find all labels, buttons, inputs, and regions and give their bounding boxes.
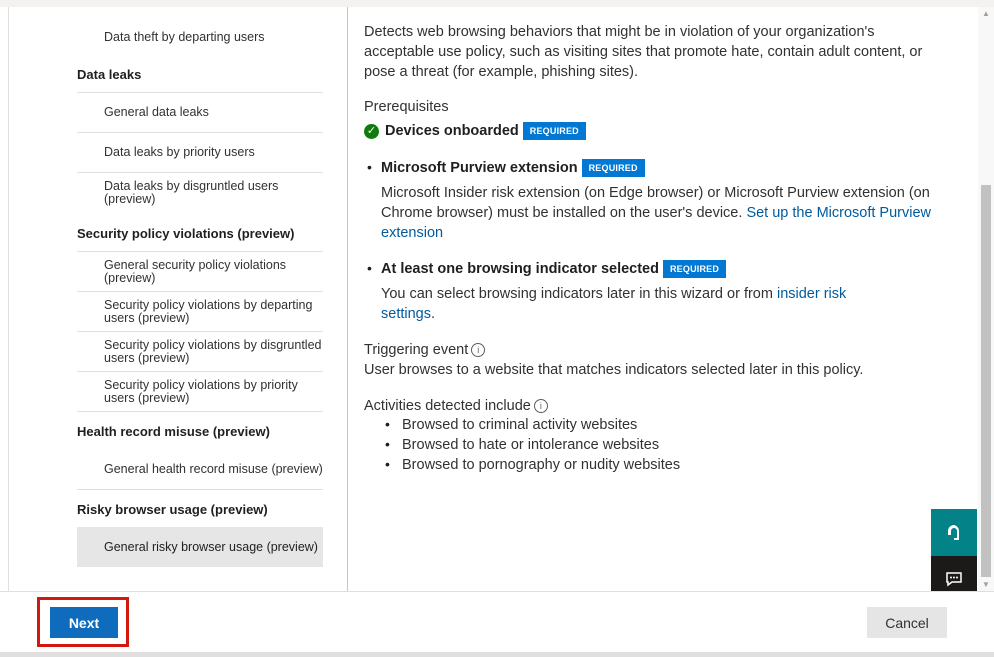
prereq-devices-onboarded: ✓ Devices onboarded REQUIRED — [364, 121, 586, 141]
wizard-footer — [0, 591, 994, 658]
nav-divider — [77, 411, 323, 412]
nav-divider — [77, 489, 323, 490]
bullet-dot: • — [367, 159, 372, 175]
required-badge: REQUIRED — [581, 159, 645, 178]
prerequisites-heading: Prerequisites — [364, 99, 449, 115]
nav-item-security-policy-disgruntled[interactable]: Security policy violations by disgruntle… — [77, 331, 323, 371]
next-button[interactable]: Next — [50, 607, 118, 638]
triggering-event-body: User browses to a website that matches i… — [364, 362, 864, 378]
nav-item-general-data-leaks[interactable]: General data leaks — [77, 92, 323, 132]
scroll-up-arrow-icon[interactable]: ▲ — [978, 9, 994, 18]
prereq-purview-extension-body: Microsoft Insider risk extension (on Edg… — [381, 185, 931, 241]
nav-item-general-risky-browser[interactable]: General risky browser usage (preview) — [77, 527, 323, 567]
bullet-dot: • — [385, 416, 390, 432]
required-badge: REQUIRED — [662, 260, 727, 279]
nav-item-general-security-policy[interactable]: General security policy violations (prev… — [77, 251, 323, 291]
policy-template-nav: Data theft by departing users Data leaks… — [9, 7, 347, 591]
pane-divider — [347, 7, 348, 591]
activity-item: Browsed to hate or intolerance websites — [402, 437, 660, 453]
prereq-browsing-indicator-body: You can select browsing indicators later… — [381, 286, 847, 322]
nav-item-security-policy-departing[interactable]: Security policy violations by departing … — [77, 291, 323, 331]
cancel-button[interactable]: Cancel — [867, 607, 947, 638]
prereq-browsing-indicator-title: At least one browsing indicator selected… — [381, 259, 727, 279]
scroll-down-arrow-icon[interactable]: ▼ — [978, 580, 994, 589]
left-edge — [0, 7, 9, 591]
info-icon[interactable]: i — [471, 343, 486, 358]
nav-item-data-leaks-disgruntled[interactable]: Data leaks by disgruntled users (preview… — [77, 172, 323, 212]
bullet-dot: • — [385, 436, 390, 452]
template-description: Detects web browsing behaviors that migh… — [364, 24, 923, 80]
vertical-scrollbar[interactable]: ▲ ▼ — [978, 7, 994, 591]
activity-item: Browsed to criminal activity websites — [402, 417, 638, 433]
nav-category-health-record: Health record misuse (preview) — [77, 424, 270, 439]
activities-heading: Activities detected include i — [364, 396, 548, 416]
triggering-event-heading: Triggering event i — [364, 340, 486, 360]
nav-category-security-policy: Security policy violations (preview) — [77, 226, 295, 241]
nav-category-risky-browser: Risky browser usage (preview) — [77, 502, 268, 517]
check-circle-icon: ✓ — [364, 123, 379, 139]
scrollbar-thumb[interactable] — [981, 185, 991, 577]
bullet-dot: • — [385, 456, 390, 472]
activity-item: Browsed to pornography or nudity website… — [402, 457, 681, 473]
feedback-icon — [946, 572, 962, 587]
top-edge — [0, 0, 994, 7]
nav-item-security-policy-priority[interactable]: Security policy violations by priority u… — [77, 371, 323, 411]
prereq-purview-extension-title: Microsoft Purview extension REQUIRED — [381, 158, 645, 178]
nav-item-general-health-record[interactable]: General health record misuse (preview) — [77, 449, 323, 489]
bullet-dot: • — [367, 260, 372, 276]
headset-help-icon — [948, 524, 960, 540]
nav-item-data-theft-departing[interactable]: Data theft by departing users — [77, 20, 323, 55]
help-button[interactable] — [931, 509, 977, 556]
nav-item-data-leaks-priority[interactable]: Data leaks by priority users — [77, 132, 323, 172]
nav-category-data-leaks: Data leaks — [77, 67, 142, 82]
bottom-edge — [0, 652, 994, 657]
required-badge: REQUIRED — [522, 122, 586, 141]
info-icon[interactable]: i — [533, 399, 548, 414]
